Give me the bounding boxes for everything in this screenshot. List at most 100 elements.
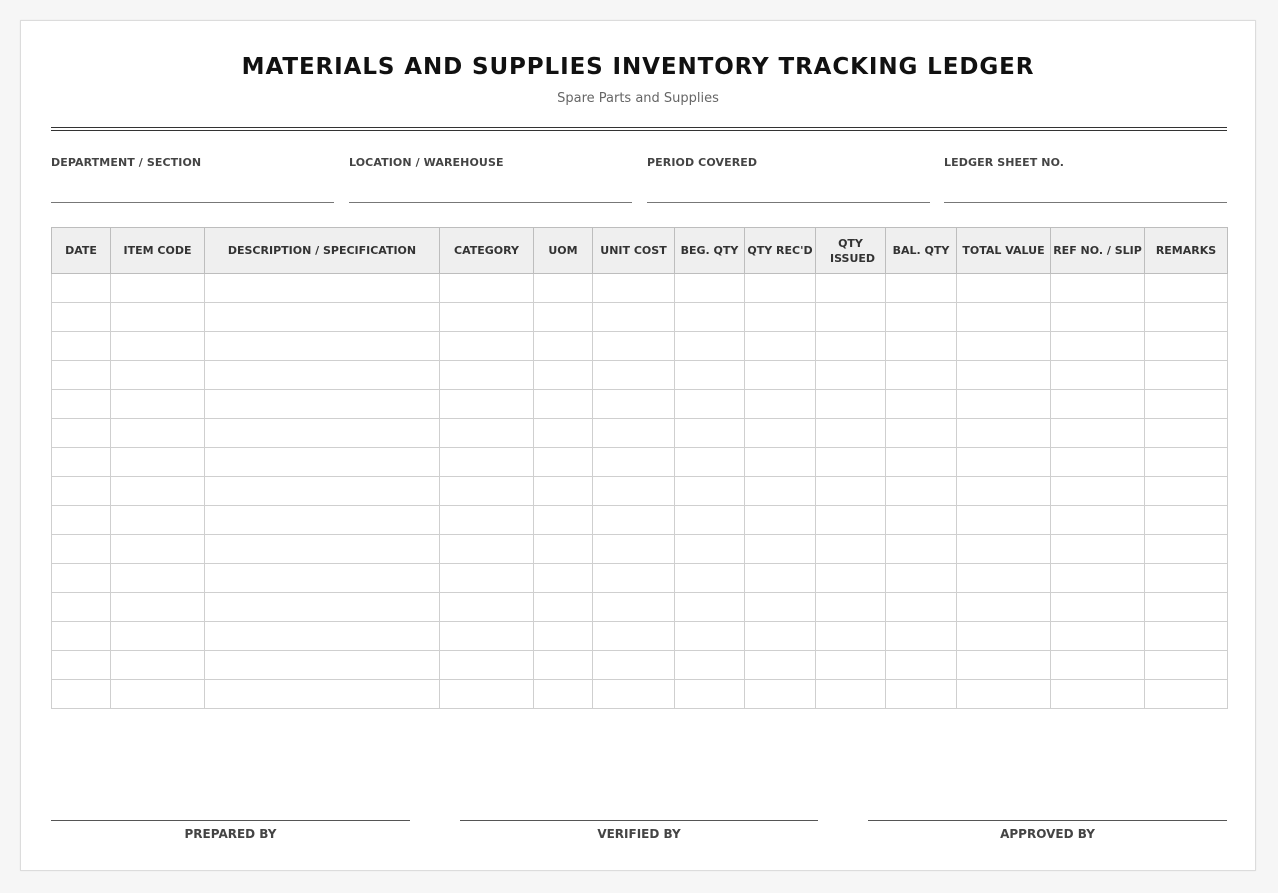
table-cell[interactable] <box>744 447 816 477</box>
table-cell[interactable] <box>51 679 111 709</box>
table-cell[interactable] <box>439 534 534 564</box>
table-cell[interactable] <box>592 505 675 535</box>
table-cell[interactable] <box>885 592 957 622</box>
table-cell[interactable] <box>439 447 534 477</box>
table-cell[interactable] <box>1144 418 1228 448</box>
table-cell[interactable] <box>439 389 534 419</box>
table-cell[interactable] <box>956 360 1051 390</box>
table-cell[interactable] <box>815 505 886 535</box>
table-cell[interactable] <box>956 534 1051 564</box>
table-cell[interactable] <box>51 360 111 390</box>
table-cell[interactable] <box>1144 273 1228 303</box>
table-cell[interactable] <box>815 302 886 332</box>
table-cell[interactable] <box>744 650 816 680</box>
table-cell[interactable] <box>204 563 440 593</box>
table-cell[interactable] <box>533 563 593 593</box>
table-cell[interactable] <box>110 563 205 593</box>
table-cell[interactable] <box>204 650 440 680</box>
table-cell[interactable] <box>592 302 675 332</box>
table-cell[interactable] <box>744 621 816 651</box>
table-cell[interactable] <box>592 360 675 390</box>
table-cell[interactable] <box>204 360 440 390</box>
department-field[interactable]: DEPARTMENT / SECTION <box>51 156 334 203</box>
table-cell[interactable] <box>439 302 534 332</box>
table-cell[interactable] <box>592 621 675 651</box>
table-cell[interactable] <box>744 563 816 593</box>
table-cell[interactable] <box>110 447 205 477</box>
table-cell[interactable] <box>956 621 1051 651</box>
table-cell[interactable] <box>204 302 440 332</box>
table-cell[interactable] <box>885 302 957 332</box>
table-cell[interactable] <box>885 650 957 680</box>
table-cell[interactable] <box>1144 679 1228 709</box>
table-cell[interactable] <box>1050 418 1145 448</box>
table-cell[interactable] <box>1144 592 1228 622</box>
table-cell[interactable] <box>885 505 957 535</box>
table-cell[interactable] <box>533 389 593 419</box>
table-cell[interactable] <box>533 302 593 332</box>
table-cell[interactable] <box>674 476 745 506</box>
table-cell[interactable] <box>1050 389 1145 419</box>
table-cell[interactable] <box>592 476 675 506</box>
table-cell[interactable] <box>533 476 593 506</box>
table-cell[interactable] <box>439 418 534 448</box>
table-cell[interactable] <box>885 389 957 419</box>
table-cell[interactable] <box>1144 563 1228 593</box>
table-cell[interactable] <box>674 418 745 448</box>
table-cell[interactable] <box>204 679 440 709</box>
table-cell[interactable] <box>674 389 745 419</box>
table-cell[interactable] <box>51 389 111 419</box>
table-cell[interactable] <box>956 592 1051 622</box>
table-cell[interactable] <box>533 621 593 651</box>
table-cell[interactable] <box>51 592 111 622</box>
table-cell[interactable] <box>439 592 534 622</box>
table-cell[interactable] <box>439 331 534 361</box>
table-cell[interactable] <box>204 621 440 651</box>
table-cell[interactable] <box>744 592 816 622</box>
table-cell[interactable] <box>110 534 205 564</box>
table-cell[interactable] <box>674 621 745 651</box>
ledger-sheet-no-field[interactable]: LEDGER SHEET NO. <box>944 156 1227 203</box>
table-cell[interactable] <box>204 534 440 564</box>
table-cell[interactable] <box>1050 476 1145 506</box>
table-cell[interactable] <box>51 302 111 332</box>
table-cell[interactable] <box>1144 476 1228 506</box>
table-cell[interactable] <box>744 360 816 390</box>
table-cell[interactable] <box>204 447 440 477</box>
table-cell[interactable] <box>110 650 205 680</box>
table-cell[interactable] <box>885 418 957 448</box>
table-cell[interactable] <box>815 389 886 419</box>
table-cell[interactable] <box>956 447 1051 477</box>
table-cell[interactable] <box>674 302 745 332</box>
table-cell[interactable] <box>51 476 111 506</box>
table-cell[interactable] <box>592 273 675 303</box>
table-cell[interactable] <box>1050 273 1145 303</box>
table-cell[interactable] <box>439 679 534 709</box>
table-cell[interactable] <box>51 418 111 448</box>
table-cell[interactable] <box>1144 447 1228 477</box>
table-cell[interactable] <box>1050 534 1145 564</box>
table-cell[interactable] <box>815 679 886 709</box>
table-cell[interactable] <box>1050 302 1145 332</box>
period-field[interactable]: PERIOD COVERED <box>647 156 930 203</box>
table-cell[interactable] <box>533 650 593 680</box>
table-cell[interactable] <box>1144 505 1228 535</box>
table-cell[interactable] <box>1050 563 1145 593</box>
table-cell[interactable] <box>204 505 440 535</box>
table-cell[interactable] <box>744 389 816 419</box>
table-cell[interactable] <box>592 389 675 419</box>
table-cell[interactable] <box>815 273 886 303</box>
table-cell[interactable] <box>110 360 205 390</box>
table-cell[interactable] <box>51 621 111 651</box>
table-cell[interactable] <box>110 679 205 709</box>
table-cell[interactable] <box>533 360 593 390</box>
table-cell[interactable] <box>744 476 816 506</box>
table-cell[interactable] <box>885 563 957 593</box>
table-cell[interactable] <box>885 447 957 477</box>
verified-by-line[interactable] <box>460 820 818 822</box>
location-field[interactable]: LOCATION / WAREHOUSE <box>349 156 632 203</box>
table-cell[interactable] <box>110 273 205 303</box>
table-cell[interactable] <box>51 447 111 477</box>
table-cell[interactable] <box>674 534 745 564</box>
table-cell[interactable] <box>815 592 886 622</box>
